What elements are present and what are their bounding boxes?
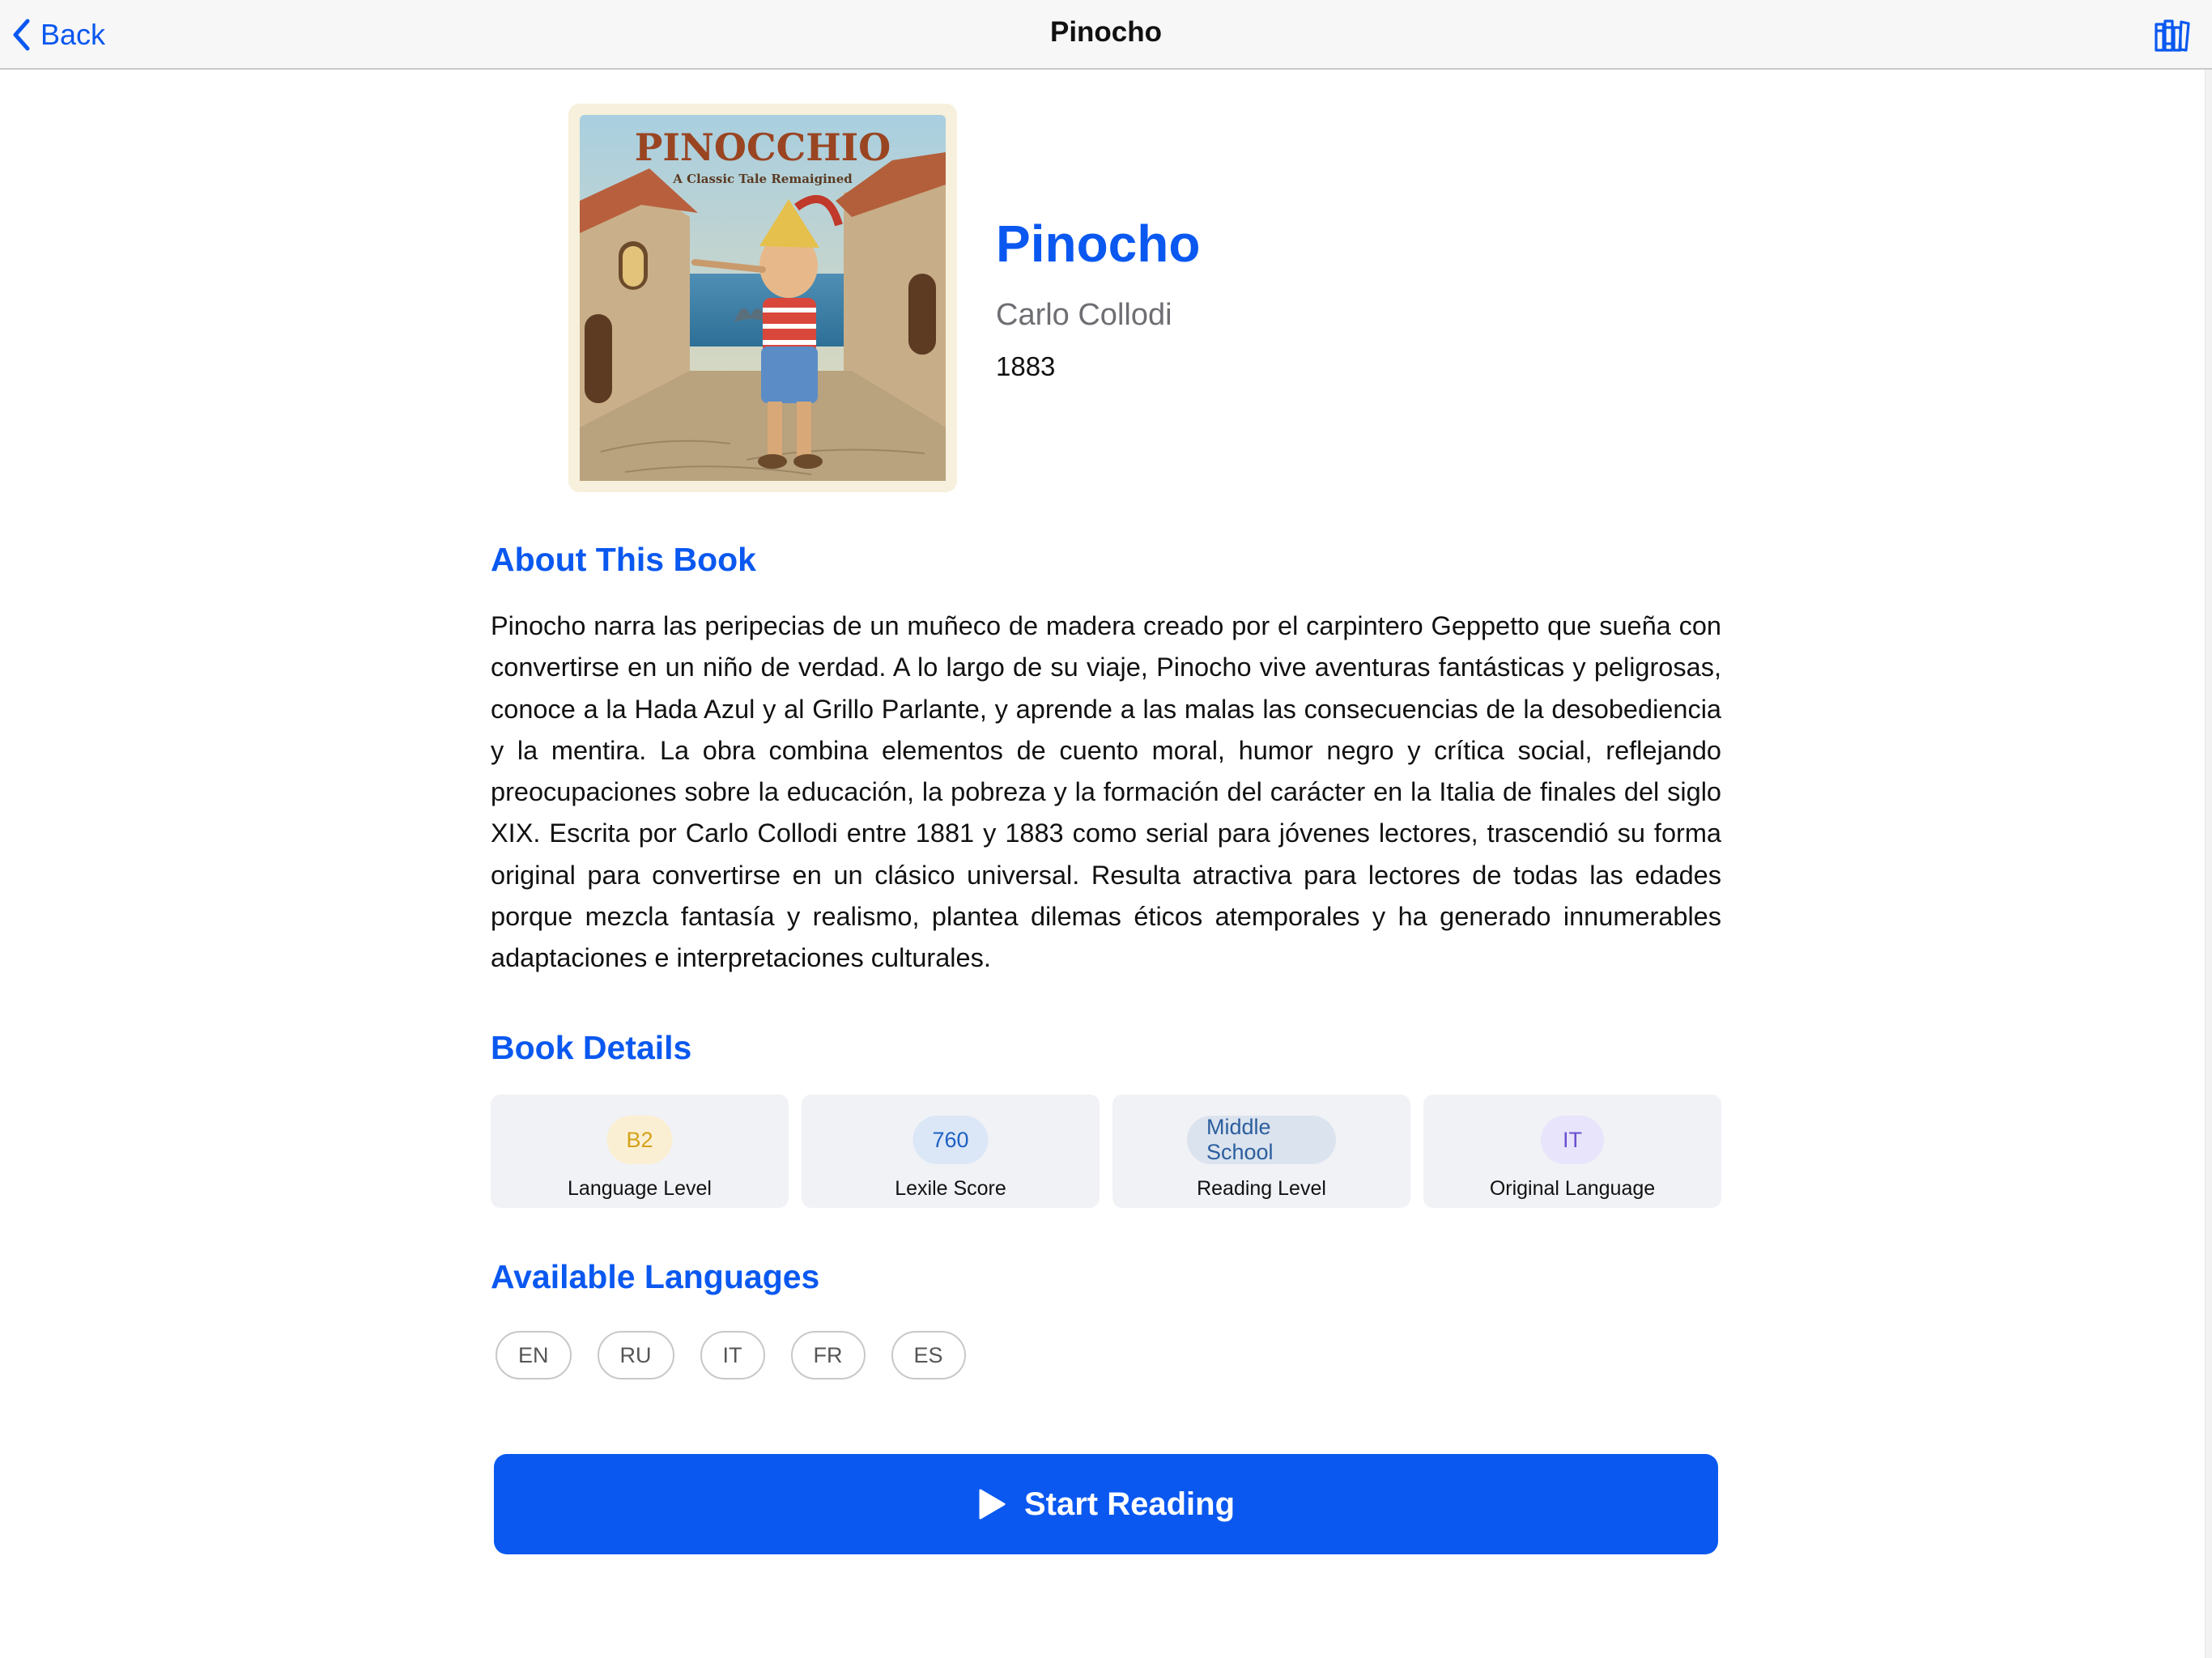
- books-icon[interactable]: [2154, 16, 2191, 53]
- book-details-cards: B2 Language Level 760 Lexile Score Middl…: [491, 1095, 1721, 1208]
- language-level-label: Language Level: [568, 1177, 712, 1200]
- original-language-label: Original Language: [1489, 1177, 1656, 1200]
- language-chip-en[interactable]: EN: [496, 1331, 572, 1380]
- language-level-card: B2 Language Level: [491, 1095, 789, 1208]
- lexile-score-card: 760 Lexile Score: [802, 1095, 1100, 1208]
- scrollbar[interactable]: [2205, 70, 2212, 1658]
- original-language-badge: IT: [1541, 1116, 1604, 1164]
- language-chip-list: EN RU IT FR ES: [496, 1331, 966, 1380]
- cover-title-text: PINOCCHIO: [635, 125, 891, 169]
- reading-level-label: Reading Level: [1197, 1177, 1326, 1200]
- start-reading-label: Start Reading: [1023, 1486, 1236, 1522]
- reading-level-card: Middle School Reading Level: [1112, 1095, 1410, 1208]
- navigation-bar: Back Pinocho: [0, 0, 2212, 70]
- play-icon: [979, 1489, 1006, 1520]
- lexile-score-badge: 760: [912, 1116, 989, 1164]
- nav-title: Pinocho: [1049, 16, 1163, 48]
- language-chip-fr[interactable]: FR: [790, 1331, 866, 1380]
- book-details-heading: Book Details: [491, 1029, 692, 1066]
- language-chip-es[interactable]: ES: [891, 1331, 966, 1380]
- lexile-score-label: Lexile Score: [895, 1177, 1006, 1200]
- original-language-card: IT Original Language: [1423, 1095, 1721, 1208]
- available-languages-heading: Available Languages: [491, 1258, 820, 1295]
- language-chip-it[interactable]: IT: [700, 1331, 765, 1380]
- book-title: Pinocho: [996, 215, 1201, 273]
- start-reading-button[interactable]: Start Reading: [494, 1454, 1718, 1554]
- book-year: 1883: [996, 351, 1056, 381]
- cover-subtitle-text: A Classic Tale Remaigined: [672, 172, 853, 186]
- about-heading: About This Book: [491, 541, 756, 578]
- language-chip-ru[interactable]: RU: [597, 1331, 674, 1380]
- book-author: Carlo Collodi: [996, 298, 1172, 332]
- book-description: Pinocho narra las peripecias de un muñec…: [491, 611, 1721, 973]
- book-cover-image: PINOCCHIO A Classic Tale Remaigined: [568, 104, 957, 492]
- reading-level-badge: Middle School: [1187, 1115, 1336, 1164]
- language-level-badge: B2: [606, 1116, 673, 1164]
